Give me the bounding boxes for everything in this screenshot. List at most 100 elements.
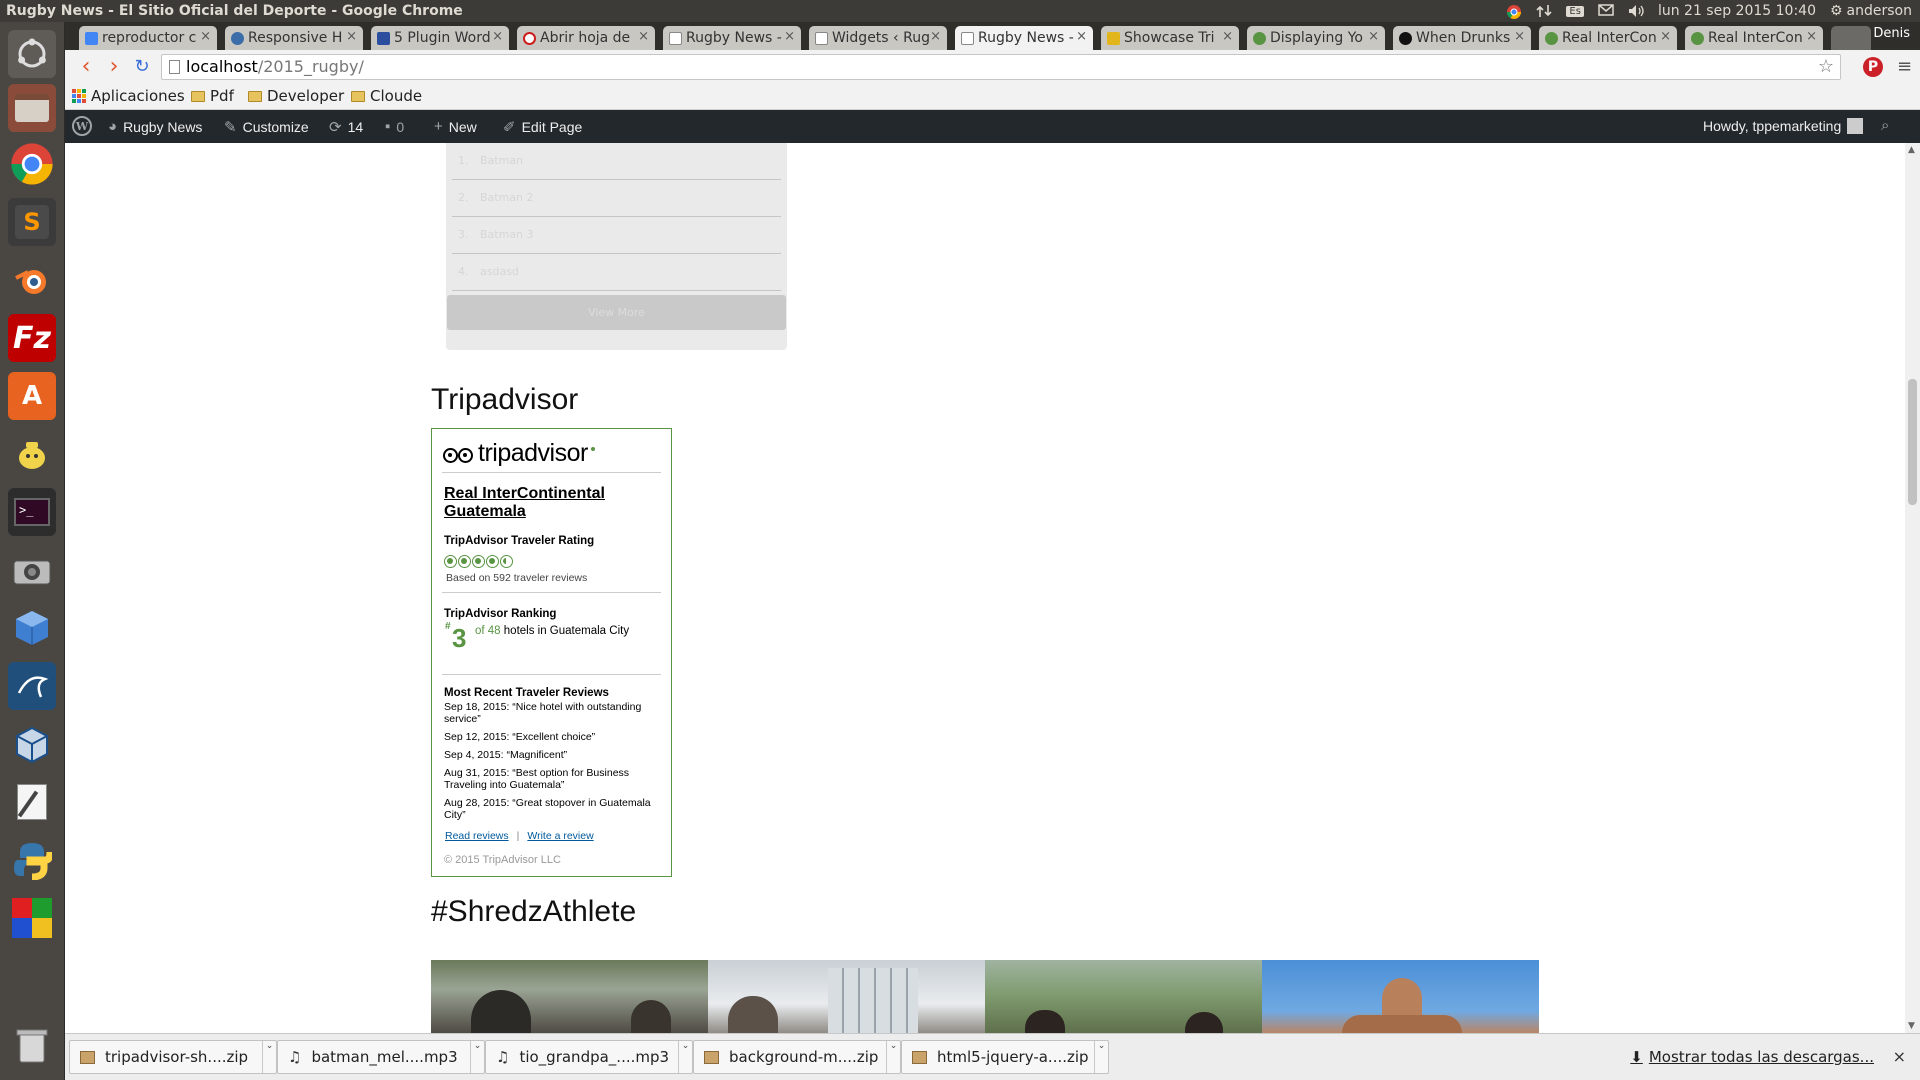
- athlete-photo[interactable]: [1262, 960, 1539, 1033]
- close-icon[interactable]: ×: [1514, 29, 1525, 44]
- chevron-down-icon[interactable]: ⌄: [470, 1041, 484, 1073]
- browser-tab[interactable]: Displaying Yo ×: [1247, 26, 1385, 50]
- close-icon[interactable]: ×: [492, 29, 503, 44]
- terminal-icon[interactable]: >_: [8, 488, 56, 536]
- athlete-photo[interactable]: [708, 960, 985, 1033]
- trash-icon[interactable]: [8, 1020, 56, 1068]
- wp-site-name[interactable]: ◕ Rugby News: [108, 118, 202, 135]
- browser-tab-active[interactable]: Rugby News - ×: [955, 26, 1093, 50]
- download-item[interactable]: ♫ tio_grandpa_....mp3 ⌄: [485, 1040, 693, 1074]
- scroll-up-icon[interactable]: ▲: [1908, 145, 1915, 155]
- browser-tab[interactable]: When Drunks ×: [1393, 26, 1531, 50]
- clock[interactable]: lun 21 sep 2015 10:40: [1658, 3, 1816, 19]
- chevron-down-icon[interactable]: ⌄: [262, 1041, 276, 1073]
- scroll-down-icon[interactable]: ▼: [1908, 1021, 1915, 1031]
- close-icon[interactable]: ×: [1076, 29, 1087, 44]
- browser-tab[interactable]: reproductor c ×: [79, 26, 217, 50]
- read-reviews-link[interactable]: Read reviews: [445, 830, 509, 842]
- hotel-name-link[interactable]: Real InterContinental Guatemala: [444, 485, 654, 521]
- ubuntu-dash-icon[interactable]: [8, 30, 56, 78]
- download-item[interactable]: background-m....zip ⌄: [693, 1040, 901, 1074]
- review-item[interactable]: Sep 18, 2015: “Nice hotel with outstandi…: [444, 701, 666, 725]
- download-item[interactable]: ♫ batman_mel....mp3 ⌄: [277, 1040, 485, 1074]
- volume-icon[interactable]: [1628, 4, 1644, 18]
- files-icon[interactable]: [8, 84, 56, 132]
- wp-new[interactable]: + New: [434, 118, 477, 135]
- bookmark-folder[interactable]: Pdf: [191, 87, 234, 105]
- browser-tab[interactable]: Rugby News - ×: [663, 26, 801, 50]
- close-icon[interactable]: ×: [1660, 29, 1671, 44]
- list-item[interactable]: 3. Batman 3: [452, 217, 781, 254]
- close-icon[interactable]: ×: [784, 29, 795, 44]
- pinterest-icon[interactable]: P: [1863, 57, 1883, 77]
- write-review-link[interactable]: Write a review: [527, 830, 593, 842]
- list-item[interactable]: 4. asdasd: [452, 254, 781, 291]
- bookmark-folder[interactable]: Cloude: [351, 87, 422, 105]
- browser-tab[interactable]: Abrir hoja de ×: [517, 26, 655, 50]
- browser-tab[interactable]: 5 Plugin Word ×: [371, 26, 509, 50]
- wp-edit-page[interactable]: ✐ Edit Page: [503, 118, 582, 136]
- session-menu[interactable]: ⚙ anderson: [1830, 3, 1912, 19]
- athlete-photo[interactable]: [985, 960, 1262, 1033]
- list-item[interactable]: 2. Batman 2: [452, 180, 781, 217]
- close-icon[interactable]: ×: [1368, 29, 1379, 44]
- chevron-down-icon[interactable]: ⌄: [1094, 1041, 1108, 1073]
- view-more-button[interactable]: View More: [447, 295, 786, 330]
- keyboard-layout[interactable]: Es: [1566, 5, 1584, 17]
- review-item[interactable]: Sep 12, 2015: “Excellent choice”: [444, 731, 666, 743]
- list-item[interactable]: 1. Batman: [452, 143, 781, 180]
- mail-icon[interactable]: [1598, 4, 1614, 18]
- chevron-down-icon[interactable]: ⌄: [678, 1041, 692, 1073]
- chrome-icon[interactable]: [8, 140, 56, 188]
- browser-tab[interactable]: Real InterCon ×: [1685, 26, 1823, 50]
- athlete-photo[interactable]: [431, 960, 708, 1033]
- chevron-down-icon[interactable]: ⌄: [886, 1041, 900, 1073]
- camera-icon[interactable]: [8, 546, 56, 594]
- review-item[interactable]: Sep 4, 2015: “Magnificent”: [444, 749, 666, 761]
- review-item[interactable]: Aug 28, 2015: “Great stopover in Guatema…: [444, 797, 666, 821]
- page-scrollbar[interactable]: ▲ ▼: [1905, 143, 1920, 1033]
- bookmark-star-icon[interactable]: ☆: [1818, 55, 1834, 79]
- bookmark-apps[interactable]: Aplicaciones: [72, 87, 185, 105]
- profile-name[interactable]: Denis: [1873, 26, 1910, 41]
- close-icon[interactable]: ×: [638, 29, 649, 44]
- teapot-icon[interactable]: [8, 430, 56, 478]
- cube-icon[interactable]: [8, 604, 56, 652]
- tripadvisor-logo[interactable]: tripadvisor: [443, 439, 595, 468]
- download-item[interactable]: tripadvisor-sh....zip ⌄: [69, 1040, 277, 1074]
- address-bar[interactable]: localhost/2015_rugby/ ☆: [161, 54, 1841, 80]
- browser-tab[interactable]: Widgets ‹ Rug ×: [809, 26, 947, 50]
- wp-customize[interactable]: ✎ Customize: [224, 118, 309, 136]
- sublime-icon[interactable]: S: [8, 198, 56, 246]
- software-center-icon[interactable]: A: [8, 372, 56, 420]
- wp-logo-menu[interactable]: W: [72, 116, 92, 136]
- chrome-indicator-icon[interactable]: [1506, 4, 1522, 19]
- wp-comments[interactable]: ▪ 0: [385, 118, 404, 135]
- search-icon[interactable]: ⌕: [1881, 117, 1889, 134]
- wp-account[interactable]: Howdy, tppemarketing: [1703, 118, 1864, 134]
- download-item[interactable]: html5-jquery-a....zip ⌄: [901, 1040, 1109, 1074]
- python-icon[interactable]: [8, 836, 56, 884]
- bookmark-folder[interactable]: Developer: [248, 87, 344, 105]
- show-all-downloads-link[interactable]: ⬇ Mostrar todas las descargas...: [1630, 1048, 1874, 1066]
- reload-button[interactable]: ↻: [131, 56, 153, 78]
- close-icon[interactable]: ×: [1806, 29, 1817, 44]
- scroll-thumb[interactable]: [1908, 379, 1917, 505]
- blender-icon[interactable]: [8, 256, 56, 304]
- new-tab-button[interactable]: [1831, 26, 1871, 50]
- color-squares-icon[interactable]: [8, 894, 56, 942]
- close-icon[interactable]: ×: [346, 29, 357, 44]
- browser-tab[interactable]: Responsive H ×: [225, 26, 363, 50]
- browser-tab[interactable]: Showcase Tri ×: [1101, 26, 1239, 50]
- forward-button[interactable]: ›: [103, 56, 125, 78]
- close-icon[interactable]: ×: [1893, 1047, 1906, 1066]
- text-editor-icon[interactable]: [8, 778, 56, 826]
- wp-updates[interactable]: ⟳ 14: [329, 118, 363, 136]
- close-icon[interactable]: ×: [930, 29, 941, 44]
- back-button[interactable]: ‹: [75, 56, 97, 78]
- browser-tab[interactable]: Real InterCon ×: [1539, 26, 1677, 50]
- mysql-workbench-icon[interactable]: [8, 662, 56, 710]
- virtualbox-icon[interactable]: [8, 720, 56, 768]
- close-icon[interactable]: ×: [1222, 29, 1233, 44]
- menu-icon[interactable]: ≡: [1897, 56, 1912, 77]
